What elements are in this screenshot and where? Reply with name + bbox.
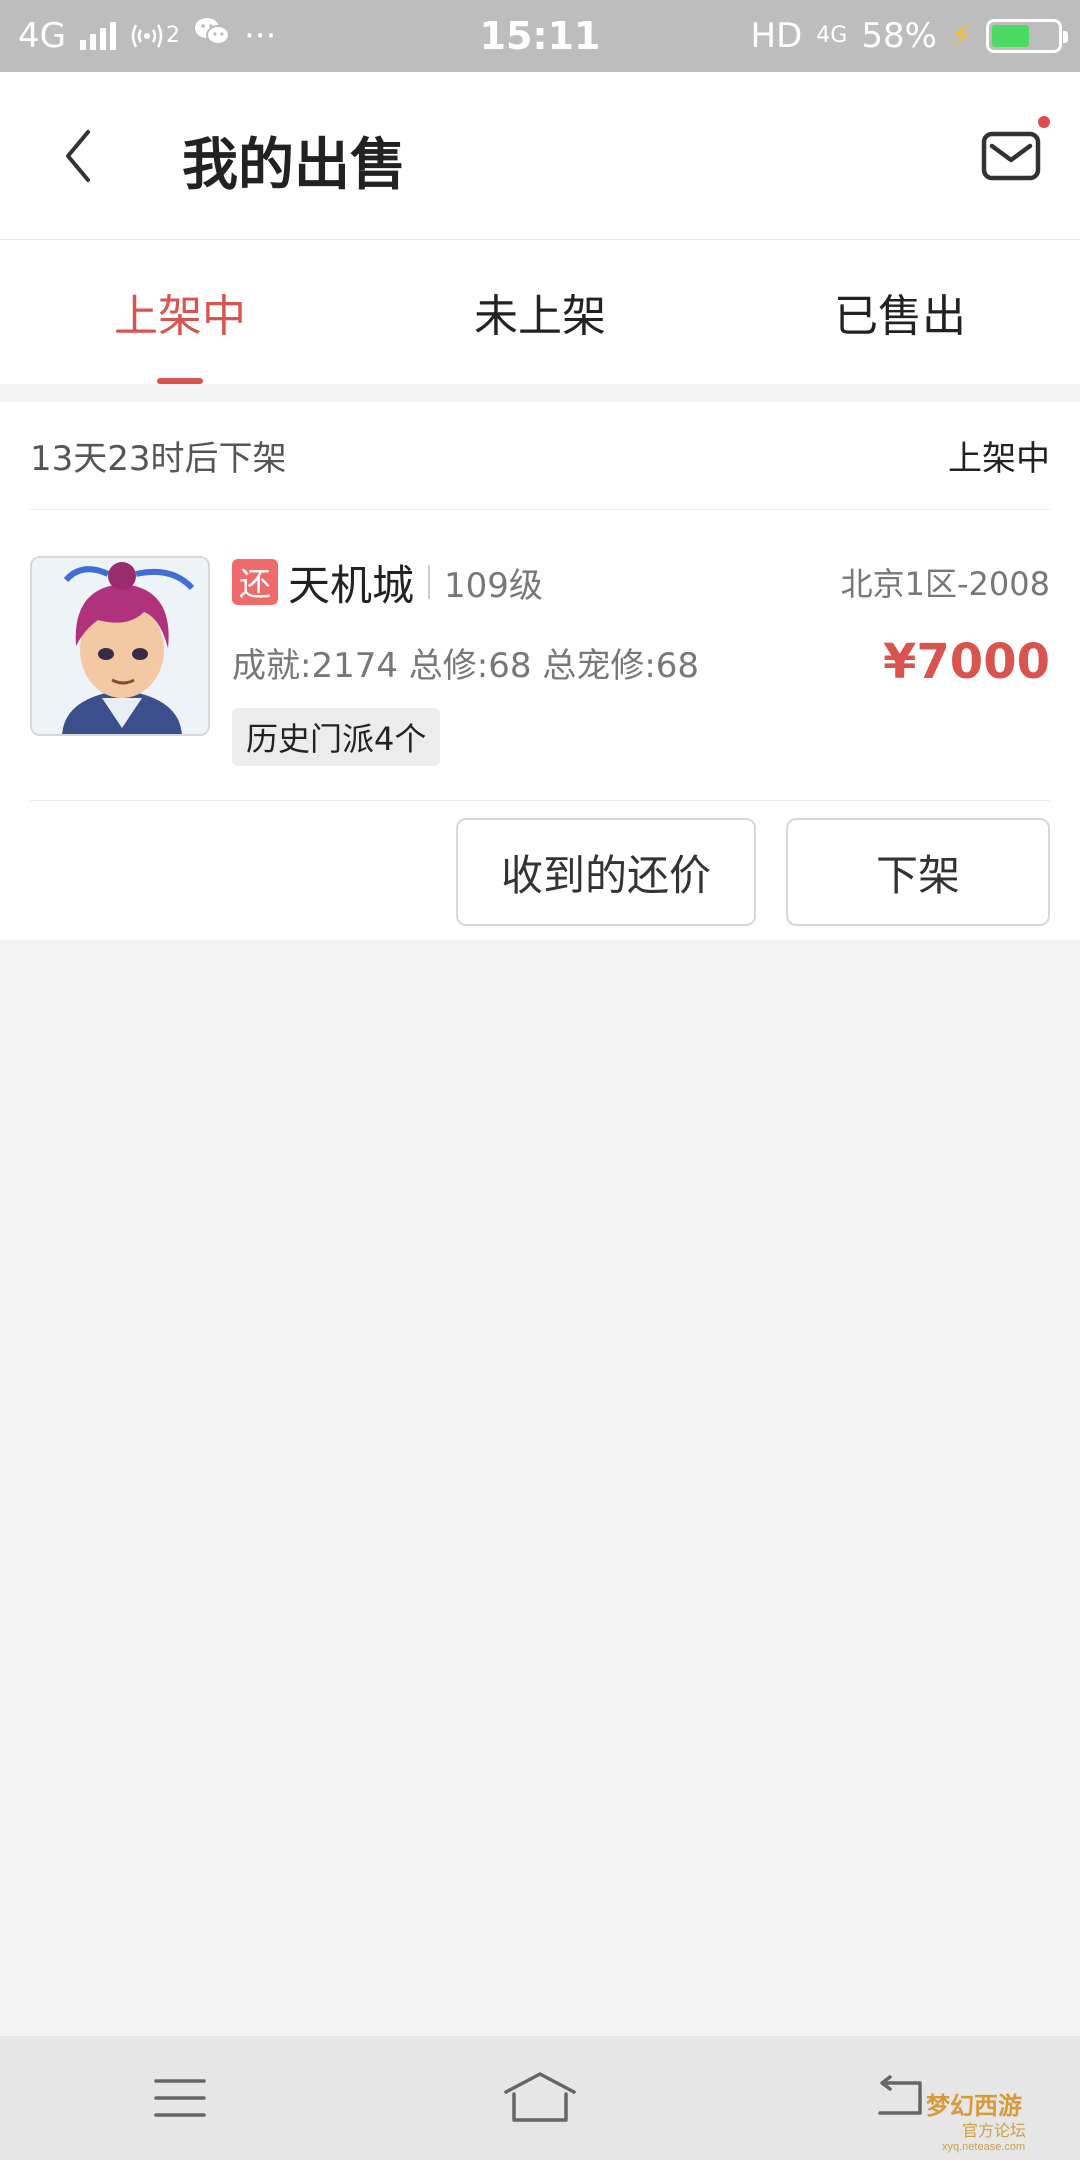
server-region: 北京1区-2008 (840, 565, 1050, 603)
listing-price: ¥7000 (883, 634, 1050, 690)
home-button[interactable] (480, 2058, 600, 2138)
charging-icon: ⚡ (950, 18, 972, 54)
page-title: 我的出售 (182, 133, 406, 198)
listing-card[interactable]: 13天23时后下架 上架中 还 天机城 109级 北京1区-2008 成就:21… (0, 402, 1080, 940)
battery-percent: 58% (861, 16, 937, 56)
forum-watermark: 梦幻西游 官方论坛 xyq.netease.com (922, 2084, 1072, 2154)
received-offers-button[interactable]: 收到的还价 (456, 818, 756, 926)
tab-label: 未上架 (474, 291, 606, 342)
back-button[interactable] (48, 116, 118, 196)
return-icon (878, 2075, 922, 2115)
mail-icon (981, 131, 1041, 181)
server-name: 天机城 (288, 560, 415, 610)
hotspot-count: 2 (165, 23, 180, 48)
watermark-line1: 梦幻西游 (926, 2092, 1022, 2120)
network-type-right: 4G (816, 23, 848, 48)
home-icon (504, 2072, 576, 2122)
tab-label: 上架中 (114, 291, 246, 342)
delist-countdown: 13天23时后下架 (30, 439, 287, 479)
character-avatar (30, 556, 210, 736)
unread-dot (1038, 116, 1050, 128)
character-level: 109级 (444, 565, 543, 606)
more-notifications-icon: ··· (243, 16, 277, 56)
app-header: 我的出售 (0, 72, 1080, 240)
battery-icon (986, 19, 1068, 53)
tab-unlisted[interactable]: 未上架 (360, 240, 720, 384)
menu-icon (154, 2079, 206, 2117)
divider (428, 565, 431, 599)
watermark-url: xyq.netease.com (942, 2141, 1025, 2153)
tab-listed[interactable]: 上架中 (0, 240, 360, 384)
menu-button[interactable] (120, 2058, 240, 2138)
listing-stats-row: 成就:2174 总修:68 总宠修:68 ¥7000 (232, 634, 1050, 690)
listing-title-row: 还 天机城 109级 北京1区-2008 (232, 552, 1050, 612)
watermark-line2: 官方论坛 (962, 2122, 1026, 2140)
status-bar: 4G 2 ··· 15:11 HD 4G 58% ⚡ (0, 0, 1080, 72)
tab-bar: 上架中 未上架 已售出 (0, 240, 1080, 384)
tab-label: 已售出 (834, 291, 966, 342)
tab-sold[interactable]: 已售出 (720, 240, 1080, 384)
chevron-left-icon (66, 130, 90, 182)
system-nav-bar (0, 2036, 1080, 2160)
wechat-icon (194, 16, 230, 57)
listing-info: 还 天机城 109级 北京1区-2008 成就:2174 总修:68 总宠修:6… (232, 552, 1050, 766)
delist-button[interactable]: 下架 (786, 818, 1050, 926)
character-stats: 成就:2174 总修:68 总宠修:68 (232, 645, 700, 686)
tab-active-indicator (157, 378, 203, 384)
network-type: 4G (18, 16, 66, 56)
hotspot-icon: 2 (130, 21, 180, 51)
status-left: 4G 2 ··· (18, 16, 276, 57)
card-divider (30, 800, 1050, 801)
return-badge: 还 (232, 559, 278, 605)
listing-header: 13天23时后下架 上架中 (30, 402, 1050, 510)
signal-icon (79, 22, 116, 50)
history-school-tag: 历史门派4个 (232, 708, 441, 766)
status-right: HD 4G 58% ⚡ (750, 16, 1068, 56)
hd-indicator: HD (750, 16, 803, 56)
message-button[interactable] (972, 116, 1052, 196)
listing-status: 上架中 (948, 439, 1050, 479)
